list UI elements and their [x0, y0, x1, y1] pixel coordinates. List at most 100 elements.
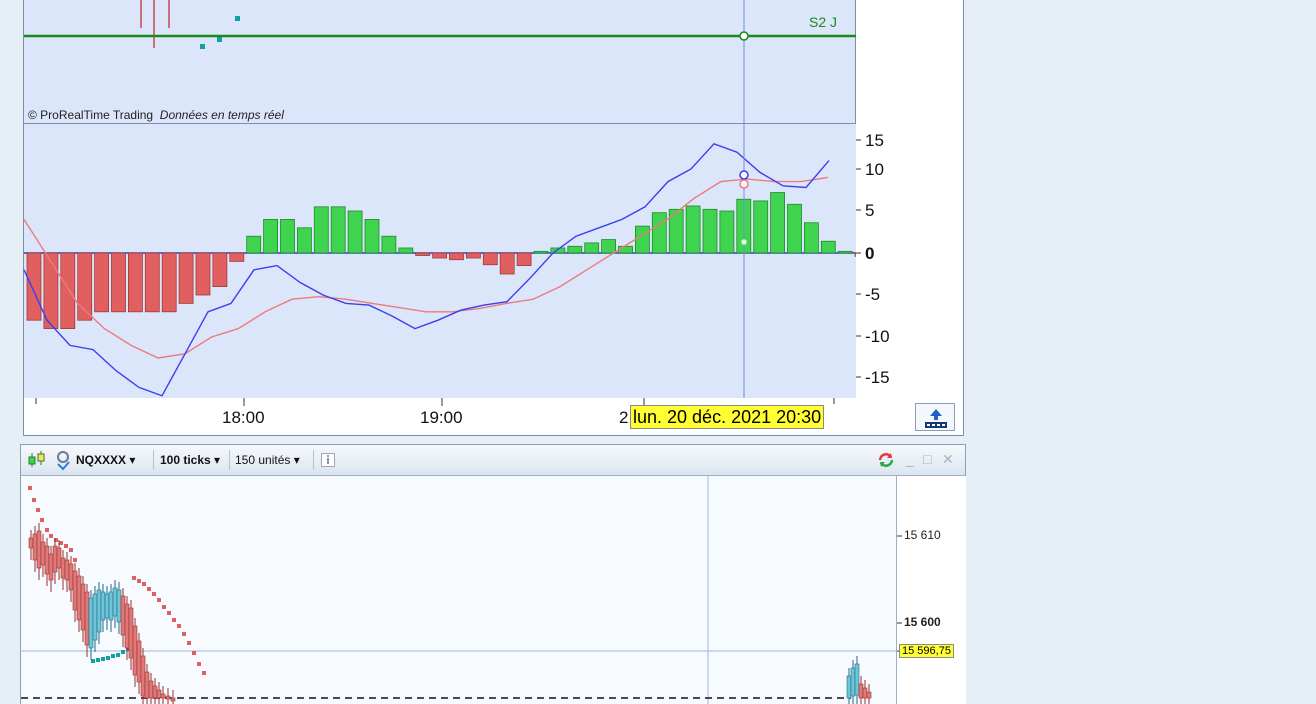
crosshair-marker: [739, 237, 749, 247]
sar-dot: [40, 518, 44, 522]
sar-dot: [182, 632, 186, 636]
sar-dot: [187, 641, 191, 645]
candle-body: [120, 595, 126, 636]
candle-body: [56, 547, 62, 569]
price-pane-lower[interactable]: [21, 476, 896, 704]
minimize-icon[interactable]: _: [906, 451, 914, 467]
histogram-bar: [499, 252, 515, 275]
lower-price-svg: [21, 476, 896, 704]
sar-dot: [235, 16, 240, 21]
candle-body: [68, 563, 74, 591]
candle-body: [100, 591, 106, 621]
candle-body: [60, 557, 66, 579]
sar-dot: [45, 528, 49, 532]
macd-axis[interactable]: 15 10 5 0 -5 -10 -15: [856, 124, 964, 398]
lower-price-axis[interactable]: [896, 476, 966, 704]
candle-body: [72, 570, 78, 611]
macd-pane[interactable]: [23, 124, 921, 398]
sar-dot: [121, 650, 125, 654]
toolbar-divider: [313, 450, 314, 470]
histogram-bar: [465, 252, 481, 259]
macd-tick-label: -10: [865, 327, 890, 346]
histogram-bar: [330, 206, 346, 254]
histogram-bar: [719, 210, 735, 254]
histogram-bar: [313, 206, 329, 254]
macd-axis-svg: 15 10 5 0 -5 -10 -15: [856, 131, 890, 387]
magnet-icon[interactable]: [54, 449, 72, 471]
sar-dot: [91, 659, 95, 663]
units-selector[interactable]: 150 unités ▾: [235, 453, 300, 467]
sar-dot: [202, 671, 206, 675]
histogram-bar: [195, 252, 211, 296]
histogram-bar: [770, 192, 785, 254]
candle-body: [52, 545, 58, 573]
close-icon[interactable]: ✕: [942, 451, 954, 468]
histogram-bar: [804, 222, 819, 254]
candle-body: [144, 671, 150, 699]
symbol-selector[interactable]: NQXXXX ▾: [76, 453, 135, 467]
histogram-bar: [584, 242, 600, 254]
histogram-bar: [787, 203, 802, 254]
candle-body: [32, 533, 38, 561]
sar-dot: [69, 548, 73, 552]
macd-tick-label: 15: [865, 131, 884, 150]
macd-tick-label: 10: [865, 160, 884, 179]
candle-body: [170, 697, 176, 702]
histogram-bar: [111, 252, 126, 313]
maximize-icon[interactable]: □: [923, 451, 931, 467]
sar-dot: [172, 618, 176, 622]
sar-dot: [59, 541, 63, 545]
crosshair-marker: [739, 170, 749, 180]
copyright-notice: © ProRealTime Trading Données en temps r…: [28, 108, 284, 122]
candle-body: [140, 655, 146, 697]
histogram-bar: [618, 245, 633, 254]
histogram-bar: [482, 252, 498, 266]
histogram-bar: [837, 250, 853, 254]
candle-body: [160, 693, 166, 699]
support-level-label: S2 J: [809, 14, 838, 30]
histogram-bar: [26, 252, 42, 321]
candle-body: [846, 675, 852, 699]
upper-price-axis[interactable]: [856, 0, 964, 124]
chart-toolbar: NQXXXX ▾ 100 ticks ▾ 150 unités ▾ _ □ ✕: [21, 445, 965, 476]
histogram-bar: [60, 252, 76, 329]
candle-body: [36, 530, 42, 569]
toolbar-divider: [229, 450, 230, 470]
sar-dot: [162, 605, 166, 609]
sar-dot: [49, 534, 53, 538]
histogram-bar: [263, 219, 279, 254]
candle-body: [104, 593, 110, 619]
refresh-icon[interactable]: [876, 450, 896, 470]
sar-dot: [73, 558, 77, 562]
histogram-bar: [246, 235, 262, 254]
sar-dot: [137, 579, 141, 583]
histogram-bar: [212, 252, 228, 287]
sar-dot: [106, 656, 110, 660]
candle-body: [92, 593, 98, 641]
upload-icon: [925, 409, 947, 428]
candle-body: [84, 591, 90, 646]
candle-body: [152, 685, 158, 699]
candle-body: [40, 541, 46, 566]
macd-tick-label: 0: [865, 244, 874, 263]
sar-dot: [217, 37, 222, 42]
chart-window-bottom[interactable]: NQXXXX ▾ 100 ticks ▾ 150 unités ▾ _ □ ✕ …: [20, 444, 966, 704]
candlestick-icon[interactable]: [26, 449, 48, 471]
upper-price-svg: [24, 0, 857, 124]
histogram-bar: [144, 252, 160, 313]
price-tick-label: 15 600: [904, 615, 941, 629]
time-tick-label: 2: [619, 408, 629, 427]
price-pane-upper[interactable]: S2 J: [23, 0, 857, 124]
time-tick-label: 18:00: [222, 408, 265, 427]
histogram-bar: [364, 219, 380, 254]
sar-dot: [116, 653, 120, 657]
candle-body: [132, 625, 138, 676]
candle-body: [64, 559, 70, 581]
tick-selector[interactable]: 100 ticks ▾: [160, 453, 220, 467]
candle-body: [28, 537, 34, 549]
candle-body: [44, 545, 50, 575]
sar-dot: [152, 592, 156, 596]
candle-body: [116, 589, 122, 623]
export-button[interactable]: [915, 403, 955, 431]
info-icon[interactable]: [321, 453, 335, 467]
